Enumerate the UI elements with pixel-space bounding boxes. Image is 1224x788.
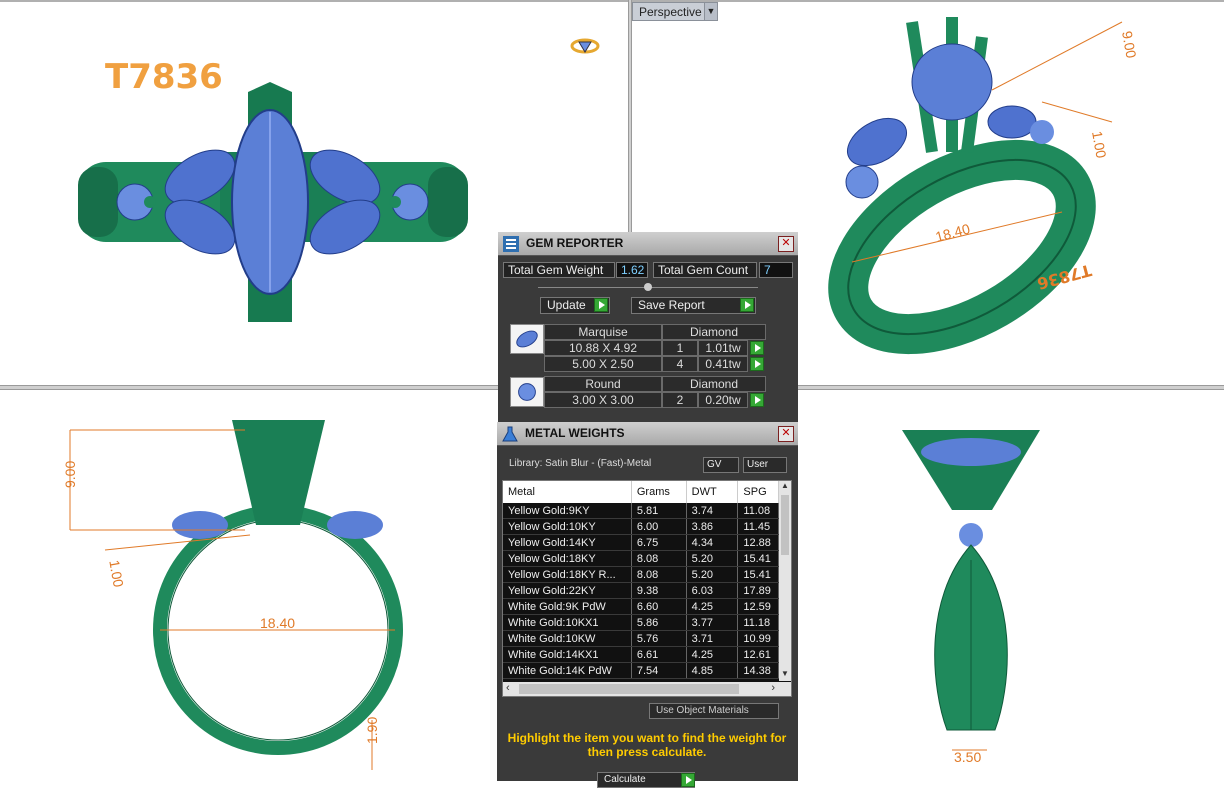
dim-front-height: 9.00 <box>62 461 78 488</box>
round-count-1: 2 <box>662 392 698 408</box>
gem-reporter-titlebar[interactable]: GEM REPORTER ✕ <box>498 232 798 256</box>
round-material: Diamond <box>662 376 766 392</box>
scroll-thumb[interactable] <box>781 495 789 555</box>
user-button[interactable]: User <box>743 457 787 473</box>
table-row[interactable]: Yellow Gold:18KY 8.08 5.20 15.41 <box>503 550 779 567</box>
close-icon[interactable]: ✕ <box>778 426 794 442</box>
dim-front-shank: 1.90 <box>364 717 380 744</box>
chevron-up-icon[interactable]: ▲ <box>779 481 791 493</box>
close-icon[interactable]: ✕ <box>778 236 794 252</box>
total-gem-weight-label: Total Gem Weight <box>503 262 615 278</box>
marquise-size-2: 5.00 X 2.50 <box>544 356 662 372</box>
total-gem-count-label: Total Gem Count <box>653 262 757 278</box>
marquise-size-1: 10.88 X 4.92 <box>544 340 662 356</box>
save-report-button[interactable]: Save Report <box>631 297 756 314</box>
marquise-weight-1: 1.01tw <box>698 340 748 356</box>
chevron-right-icon[interactable]: › <box>771 682 775 694</box>
dim-ring-width: 18.40 <box>934 220 972 245</box>
marquise-row-2-play-icon[interactable] <box>750 357 764 371</box>
metal-weights-title: METAL WEIGHTS <box>525 426 625 440</box>
slider-handle[interactable] <box>644 283 652 291</box>
table-row[interactable]: Yellow Gold:22KY 9.38 6.03 17.89 <box>503 582 779 599</box>
gem-reporter-title: GEM REPORTER <box>526 236 624 250</box>
col-grams[interactable]: Grams <box>631 481 687 503</box>
chevron-down-icon[interactable]: ▼ <box>779 669 791 681</box>
col-dwt[interactable]: DWT <box>686 481 739 503</box>
marquise-count-2: 4 <box>662 356 698 372</box>
table-row[interactable]: Yellow Gold:18KY R... 8.08 5.20 15.41 <box>503 566 779 583</box>
gem-reporter-panel: GEM REPORTER ✕ Total Gem Weight 1.62 Tot… <box>498 232 798 424</box>
metal-table-container: Metal Grams DWT SPG Yellow Gold:9KY 5.81 3… <box>502 480 792 697</box>
dim-front-band: 1.00 <box>106 559 127 589</box>
metal-table-header: Metal Grams DWT SPG <box>503 481 779 503</box>
use-object-materials-toggle[interactable]: Use Object Materials <box>649 703 779 719</box>
flask-icon <box>502 426 518 442</box>
table-row[interactable]: White Gold:10KW 5.76 3.71 10.99 <box>503 630 779 647</box>
total-gem-weight-field[interactable]: 1.62 <box>616 262 648 278</box>
hint-text: Highlight the item you want to find the … <box>507 731 787 759</box>
vertical-scrollbar[interactable]: ▲ ▼ <box>779 481 791 681</box>
chevron-down-icon[interactable]: ▼ <box>704 3 717 20</box>
dim-height: 9.00 <box>1119 30 1140 60</box>
update-play-icon[interactable] <box>594 298 608 312</box>
metal-weights-titlebar[interactable]: METAL WEIGHTS ✕ <box>497 422 798 446</box>
metal-weights-panel: METAL WEIGHTS ✕ Library: Satin Blur - (F… <box>497 422 798 788</box>
gv-button[interactable]: GV <box>703 457 739 473</box>
col-metal[interactable]: Metal <box>503 481 632 503</box>
marquise-row-1-play-icon[interactable] <box>750 341 764 355</box>
round-row-1-play-icon[interactable] <box>750 393 764 407</box>
hscroll-thumb[interactable] <box>519 684 739 694</box>
round-size-1: 3.00 X 3.00 <box>544 392 662 408</box>
marquise-shape: Marquise <box>544 324 662 340</box>
gem-report-icon <box>503 236 519 252</box>
metal-table: Metal Grams DWT SPG Yellow Gold:9KY 5.81 3… <box>503 481 779 679</box>
dim-band: 1.00 <box>1089 130 1110 160</box>
library-label: Library: Satin Blur - (Fast)-Metal <box>509 458 652 469</box>
marquise-material: Diamond <box>662 324 766 340</box>
round-weight-1: 0.20tw <box>698 392 748 408</box>
viewport-label: Perspective <box>639 5 702 19</box>
save-report-play-icon[interactable] <box>740 298 754 312</box>
marquise-gem-icon <box>510 324 544 354</box>
table-row[interactable]: White Gold:9K PdW 6.60 4.25 12.59 <box>503 598 779 615</box>
round-shape: Round <box>544 376 662 392</box>
marquise-count-1: 1 <box>662 340 698 356</box>
round-gem-icon <box>510 377 544 407</box>
marquise-weight-2: 0.41tw <box>698 356 748 372</box>
dim-side-width: 3.50 <box>954 749 981 765</box>
total-gem-count-field[interactable]: 7 <box>759 262 793 278</box>
table-row[interactable]: White Gold:10KX1 5.86 3.77 11.18 <box>503 614 779 631</box>
table-row[interactable]: White Gold:14KX1 6.61 4.25 12.61 <box>503 646 779 663</box>
col-spg[interactable]: SPG <box>737 481 779 503</box>
horizontal-scrollbar[interactable]: ‹ › <box>503 682 791 696</box>
table-row[interactable]: Yellow Gold:10KY 6.00 3.86 11.45 <box>503 518 779 535</box>
dim-front-width: 18.40 <box>260 615 295 631</box>
table-row[interactable]: Yellow Gold:14KY 6.75 4.34 12.88 <box>503 534 779 551</box>
table-row[interactable]: Yellow Gold:9KY 5.81 3.74 11.08 <box>503 503 779 519</box>
viewport-menu[interactable]: Perspective ▼ <box>632 2 718 21</box>
calculate-play-icon[interactable] <box>681 773 695 787</box>
table-row[interactable]: White Gold:14K PdW 7.54 4.85 14.38 <box>503 662 779 679</box>
chevron-left-icon[interactable]: ‹ <box>506 682 510 694</box>
